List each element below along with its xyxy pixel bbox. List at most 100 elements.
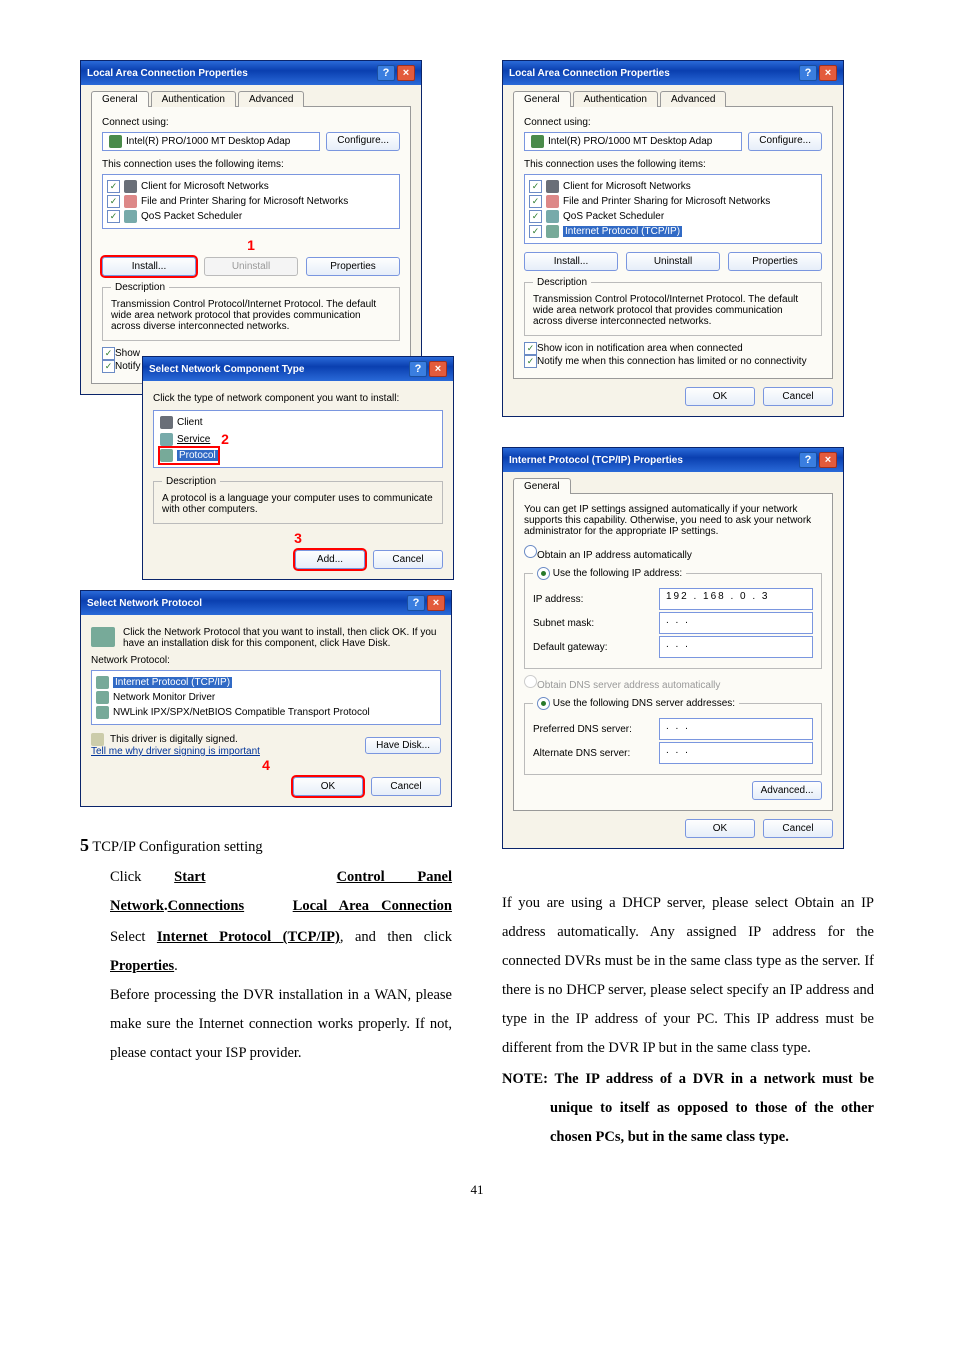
radio-use-following[interactable] [537,567,550,580]
pref-dns-label: Preferred DNS server: [533,724,632,735]
t: Local Area Connection [293,898,452,914]
install-button[interactable]: Install... [524,252,618,271]
red-mark-4: 4 [262,757,270,773]
help-icon[interactable]: ? [799,65,817,81]
properties-button[interactable]: Properties [306,257,400,276]
ip-input[interactable]: 192 . 168 . 0 . 3 [659,588,813,610]
help-icon[interactable]: ? [377,65,395,81]
gateway-label: Default gateway: [533,642,608,653]
subnet-input[interactable]: . . . [659,612,813,634]
titlebar: Select Network Component Type ? × [143,357,453,381]
ok-button[interactable]: OK [685,387,755,406]
nic-icon [109,135,122,148]
cancel-button[interactable]: Cancel [373,550,443,569]
description-fieldset: Description Transmission Control Protoco… [524,277,822,336]
list-item[interactable]: Protocol [160,448,218,463]
np-label: Network Protocol: [91,655,441,666]
list-item[interactable]: Internet Protocol (TCP/IP) [96,675,436,690]
uninstall-button[interactable]: Uninstall [626,252,720,271]
close-icon[interactable]: × [397,65,415,81]
list-item[interactable]: ✓Internet Protocol (TCP/IP) [529,224,817,239]
list-item[interactable]: ✓File and Printer Sharing for Microsoft … [529,194,817,209]
connect-using-label: Connect using: [102,117,400,128]
tab-advanced[interactable]: Advanced [238,91,304,107]
items-list[interactable]: ✓Client for Microsoft Networks ✓File and… [524,174,822,244]
list-item[interactable]: NWLink IPX/SPX/NetBIOS Compatible Transp… [96,705,436,720]
help-icon[interactable]: ? [799,452,817,468]
t: Start [174,869,205,885]
install-button[interactable]: Install... [102,257,196,276]
cancel-button[interactable]: Cancel [371,777,441,796]
intro-text: You can get IP settings assigned automat… [524,504,822,537]
section-5: 5 TCP/IP Configuration setting Click Sta… [80,827,452,1068]
configure-button[interactable]: Configure... [326,132,400,151]
section-title: TCP/IP Configuration setting [92,839,262,855]
t: Network [110,898,164,914]
list-item[interactable]: ✓Client for Microsoft Networks [107,179,395,194]
pref-dns-input[interactable]: . . . [659,718,813,740]
list-item[interactable]: ✓QoS Packet Scheduler [529,209,817,224]
list-item[interactable]: Client [160,415,436,430]
share-icon [124,195,137,208]
t: Select [110,929,157,945]
titlebar: Internet Protocol (TCP/IP) Properties ? … [503,448,843,472]
desc-legend: Description [162,476,220,487]
ok-button[interactable]: OK [685,819,755,838]
close-icon[interactable]: × [427,595,445,611]
notify-check[interactable]: Notify me when this connection has limit… [537,356,807,367]
lac-properties-dialog-2: Local Area Connection Properties ? × Gen… [502,60,844,417]
have-disk-button[interactable]: Have Disk... [365,737,441,754]
cancel-button[interactable]: Cancel [763,387,833,406]
radio-use-dns[interactable] [537,697,550,710]
t: . [174,958,178,974]
tell-me-link[interactable]: Tell me why driver signing is important [91,746,260,757]
protocol-icon [546,225,559,238]
list-item[interactable]: Network Monitor Driver [96,690,436,705]
uses-items-label: This connection uses the following items… [524,159,822,170]
close-icon[interactable]: × [429,361,447,377]
radio-obtain-dns-auto [524,675,537,688]
qos-icon [124,210,137,223]
close-icon[interactable]: × [819,452,837,468]
qos-icon [546,210,559,223]
tab-authentication[interactable]: Authentication [573,91,658,107]
note-head: NOTE: [502,1071,554,1087]
protocol-icon [91,627,115,647]
show-icon-check[interactable]: Show icon in notification area when conn… [537,343,743,354]
show-icon-check[interactable]: Show [115,348,140,359]
advanced-button[interactable]: Advanced... [752,781,822,800]
protocol-icon [160,449,173,462]
tab-advanced[interactable]: Advanced [660,91,726,107]
configure-button[interactable]: Configure... [748,132,822,151]
add-button[interactable]: Add... [295,550,365,569]
tab-general[interactable]: General [513,478,571,494]
alt-dns-input[interactable]: . . . [659,742,813,764]
tab-authentication[interactable]: Authentication [151,91,236,107]
t: Connections [168,898,245,914]
help-icon[interactable]: ? [407,595,425,611]
ok-button[interactable]: OK [293,777,363,796]
list-item[interactable]: ✓QoS Packet Scheduler [107,209,395,224]
signed-text: This driver is digitally signed. [110,734,238,745]
items-list[interactable]: ✓Client for Microsoft Networks ✓File and… [102,174,400,229]
dhcp-paragraph: If you are using a DHCP server, please s… [502,889,874,1063]
properties-button[interactable]: Properties [728,252,822,271]
list-item[interactable]: ✓File and Printer Sharing for Microsoft … [107,194,395,209]
protocol-list[interactable]: Internet Protocol (TCP/IP) Network Monit… [91,670,441,725]
list-item[interactable]: ✓Client for Microsoft Networks [529,179,817,194]
tab-general[interactable]: General [513,91,571,107]
notify-check[interactable]: Notify [115,361,141,372]
radio-obtain-auto[interactable] [524,545,537,558]
client-icon [546,180,559,193]
cancel-button[interactable]: Cancel [763,819,833,838]
close-icon[interactable]: × [819,65,837,81]
help-icon[interactable]: ? [409,361,427,377]
list-item[interactable]: Service 2 [160,430,436,448]
desc-text: Transmission Control Protocol/Internet P… [533,294,813,327]
paragraph: Before processing the DVR installation i… [110,981,452,1068]
tab-general[interactable]: General [91,91,149,107]
red-mark-3: 3 [294,530,302,546]
t: Internet Protocol (TCP/IP) [157,929,340,945]
gateway-input[interactable]: . . . [659,636,813,658]
page-number: 41 [80,1182,874,1198]
